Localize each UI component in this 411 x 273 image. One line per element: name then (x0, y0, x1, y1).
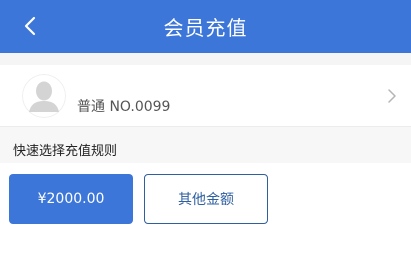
recharge-option-other-amount[interactable]: 其他金额 (144, 174, 268, 224)
section-header: 快速选择充值规则 (0, 127, 411, 163)
chevron-right-icon (388, 89, 396, 103)
member-info-row[interactable]: 普通 NO.0099 (0, 65, 411, 127)
recharge-option-2000[interactable]: ¥2000.00 (9, 174, 133, 224)
member-recharge-screen: 会员充值 普通 NO.0099 快速选择充值规则 ¥2000.00 其他金额 (0, 0, 411, 273)
recharge-options: ¥2000.00 其他金额 (0, 163, 411, 273)
back-button[interactable] (12, 8, 48, 44)
default-avatar-icon (22, 74, 66, 118)
chevron-left-icon (24, 16, 36, 36)
section-title: 快速选择充值规则 (13, 144, 118, 159)
page-title: 会员充值 (163, 16, 248, 40)
member-level-label: 普通 NO.0099 (77, 99, 171, 115)
app-header: 会员充值 (0, 0, 411, 53)
spacer (0, 53, 411, 65)
